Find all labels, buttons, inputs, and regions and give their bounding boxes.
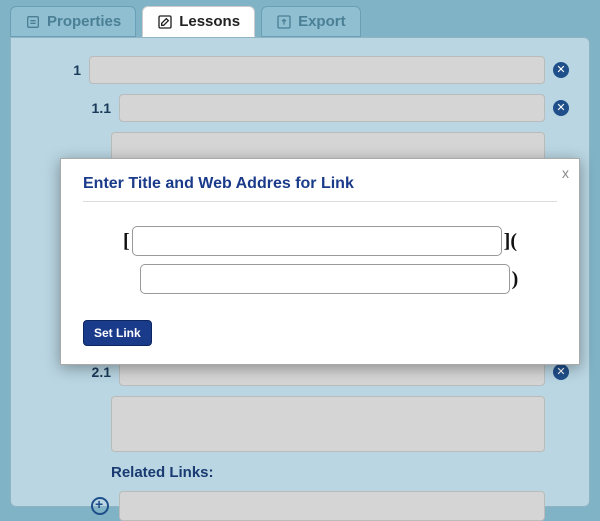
lesson-body-input[interactable] xyxy=(111,396,545,452)
link-title-input[interactable] xyxy=(132,226,502,256)
close-icon[interactable]: x xyxy=(562,165,569,181)
bracket-close-paren: ]( xyxy=(504,230,517,253)
lesson-title-input[interactable] xyxy=(89,56,545,84)
bracket-open: [ xyxy=(123,230,130,253)
tab-bar: Properties Lessons Export xyxy=(0,0,600,37)
properties-icon xyxy=(25,14,41,30)
outline-number: 1.1 xyxy=(31,94,111,116)
edit-icon xyxy=(157,14,173,30)
paren-close: ) xyxy=(512,268,519,291)
related-link-row xyxy=(91,491,545,521)
tab-label: Export xyxy=(298,13,346,30)
delete-icon[interactable]: ✕ xyxy=(553,62,569,78)
lesson-body-area xyxy=(111,396,545,452)
tab-export[interactable]: Export xyxy=(261,6,361,37)
export-icon xyxy=(276,14,292,30)
add-link-icon[interactable] xyxy=(91,497,109,515)
link-title-row: [ ]( xyxy=(83,226,557,256)
tab-properties[interactable]: Properties xyxy=(10,6,136,37)
link-modal: x Enter Title and Web Addres for Link [ … xyxy=(60,158,580,365)
lesson-title-input[interactable] xyxy=(119,94,545,122)
delete-icon[interactable]: ✕ xyxy=(553,100,569,116)
tab-label: Lessons xyxy=(179,13,240,30)
related-link-input[interactable] xyxy=(119,491,545,521)
related-links-label: Related Links: xyxy=(111,464,569,481)
modal-title: Enter Title and Web Addres for Link xyxy=(83,175,557,202)
delete-icon[interactable]: ✕ xyxy=(553,364,569,380)
outline-number: 1 xyxy=(31,56,81,78)
tab-label: Properties xyxy=(47,13,121,30)
set-link-button[interactable]: Set Link xyxy=(83,320,152,346)
link-url-row: ) xyxy=(83,264,557,294)
outline-row: 1 ✕ xyxy=(31,56,569,84)
link-url-input[interactable] xyxy=(140,264,510,294)
outline-row: 1.1 ✕ xyxy=(31,94,569,122)
tab-lessons[interactable]: Lessons xyxy=(142,6,255,37)
